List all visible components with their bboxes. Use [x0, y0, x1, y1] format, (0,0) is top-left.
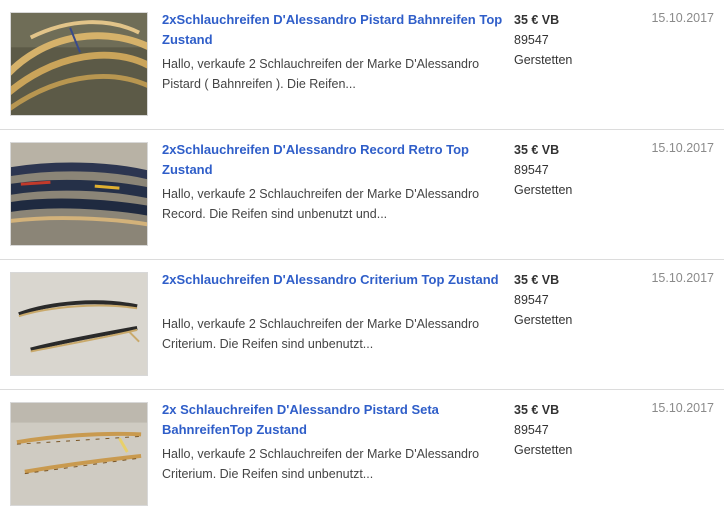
- tire-photo-image: [11, 403, 147, 505]
- listing-thumbnail[interactable]: [10, 402, 148, 506]
- listing-zip: 89547: [514, 423, 549, 437]
- listing-date: 15.10.2017: [651, 141, 714, 155]
- listing-title-link[interactable]: 2x Schlauchreifen D'Alessandro Pistard S…: [162, 400, 504, 440]
- tire-photo-image: [11, 273, 147, 375]
- listing-thumbnail[interactable]: [10, 12, 148, 116]
- listing-date: 15.10.2017: [651, 401, 714, 415]
- listing-description: Hallo, verkaufe 2 Schlauchreifen der Mar…: [162, 447, 480, 481]
- listing-city: Gerstetten: [514, 313, 573, 327]
- listing-price: 35 € VB: [514, 13, 560, 27]
- listing-city: Gerstetten: [514, 443, 573, 457]
- listing-description: Hallo, verkaufe 2 Schlauchreifen der Mar…: [162, 317, 480, 351]
- listing-thumbnail[interactable]: [10, 142, 148, 246]
- listing-list: 2xSchlauchreifen D'Alessandro Pistard Ba…: [0, 0, 724, 520]
- listing-city: Gerstetten: [514, 53, 573, 67]
- listing-description: Hallo, verkaufe 2 Schlauchreifen der Mar…: [162, 187, 480, 221]
- listing-price: 35 € VB: [514, 273, 560, 287]
- listing-thumbnail[interactable]: [10, 272, 148, 376]
- listing-date: 15.10.2017: [651, 11, 714, 25]
- tire-photo-image: [11, 143, 147, 245]
- listing-zip: 89547: [514, 163, 549, 177]
- listing-price: 35 € VB: [514, 143, 560, 157]
- listing-date: 15.10.2017: [651, 271, 714, 285]
- listing-city: Gerstetten: [514, 183, 573, 197]
- tire-photo-image: [11, 13, 147, 115]
- listing-zip: 89547: [514, 293, 549, 307]
- listing-item: 2xSchlauchreifen D'Alessandro Pistard Ba…: [0, 0, 724, 130]
- listing-title-link[interactable]: 2xSchlauchreifen D'Alessandro Record Ret…: [162, 140, 504, 180]
- listing-price: 35 € VB: [514, 403, 560, 417]
- listing-title-link[interactable]: 2xSchlauchreifen D'Alessandro Criterium …: [162, 270, 504, 290]
- listing-item: 2xSchlauchreifen D'Alessandro Record Ret…: [0, 130, 724, 260]
- listing-item: 2xSchlauchreifen D'Alessandro Criterium …: [0, 260, 724, 390]
- listing-description: Hallo, verkaufe 2 Schlauchreifen der Mar…: [162, 57, 480, 91]
- listing-title-link[interactable]: 2xSchlauchreifen D'Alessandro Pistard Ba…: [162, 10, 504, 50]
- listing-zip: 89547: [514, 33, 549, 47]
- listing-item: 2x Schlauchreifen D'Alessandro Pistard S…: [0, 390, 724, 520]
